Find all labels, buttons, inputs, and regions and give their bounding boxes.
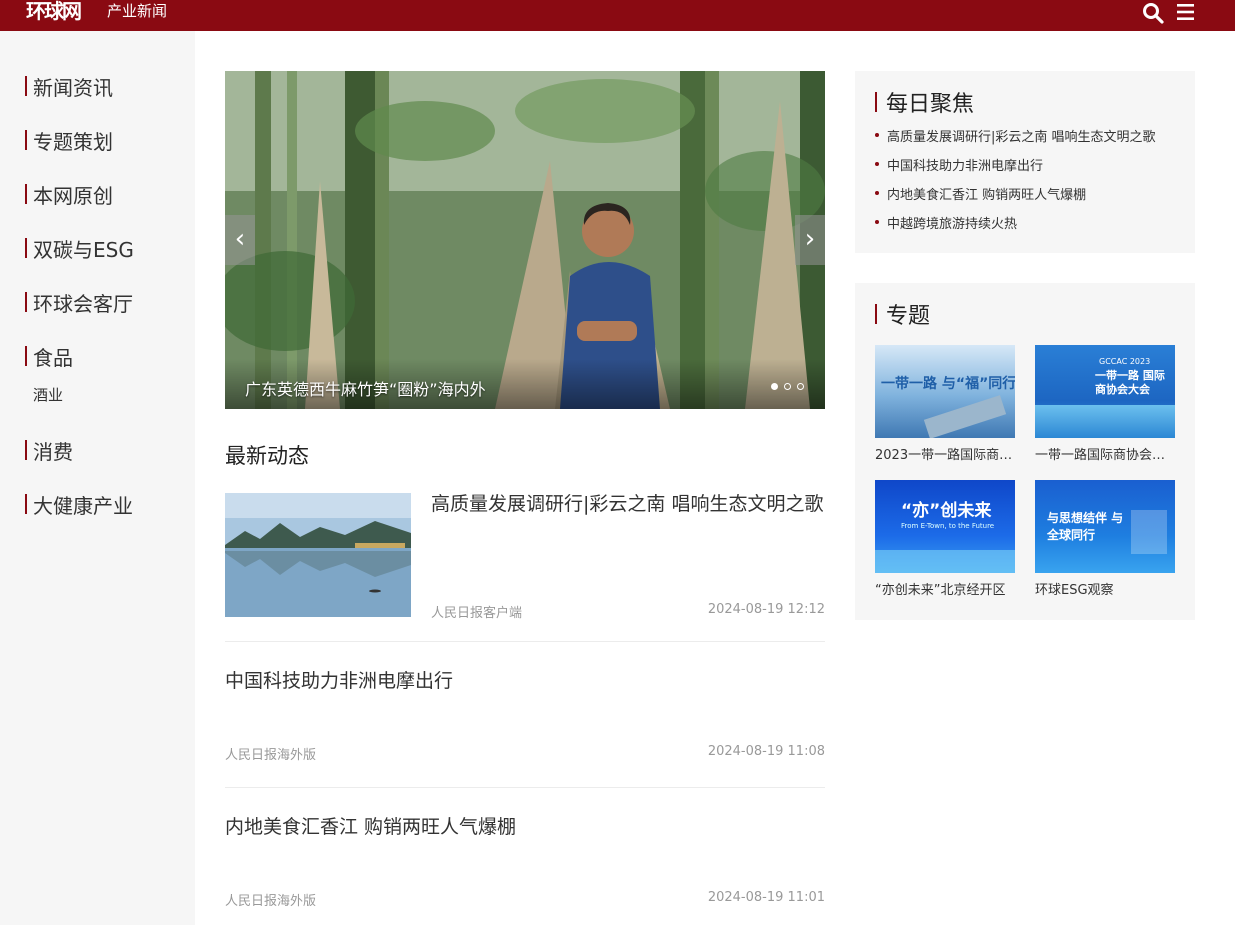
sidebar-item-news[interactable]: 新闻资讯 xyxy=(25,74,113,100)
accent-bar xyxy=(25,292,27,312)
topic-card[interactable]: 与思想结伴 与全球同行 环球ESG观察 xyxy=(1035,480,1175,598)
sidebar-item-label: 新闻资讯 xyxy=(33,75,113,100)
topic-card[interactable]: GCCAC 2023 一带一路 国际商协会大会 一带一路国际商协会大会 xyxy=(1035,345,1175,463)
carousel-prev-button[interactable]: ‹ xyxy=(225,215,255,265)
carousel-dots xyxy=(771,383,804,390)
topic-image-graphic xyxy=(1131,510,1167,554)
sidebar-item-label: 环球会客厅 xyxy=(33,291,133,316)
carousel-dot[interactable] xyxy=(797,383,804,390)
accent-bar xyxy=(25,184,27,204)
topic-image: “亦”创未来 From E-Town, to the Future xyxy=(875,480,1015,573)
sidebar-subitem-liquor[interactable]: 酒业 xyxy=(33,384,63,405)
topic-caption: “亦创未来”北京经开区 xyxy=(875,583,1006,598)
accent-bar xyxy=(25,130,27,150)
sidebar-item-original[interactable]: 本网原创 xyxy=(25,182,113,208)
focus-item[interactable]: 中国科技助力非洲电摩出行 xyxy=(875,154,1043,174)
sidebar-item-label: 消费 xyxy=(33,439,73,464)
chevron-left-icon: ‹ xyxy=(234,224,246,254)
news-title[interactable]: 高质量发展调研行|彩云之南 唱响生态文明之歌 xyxy=(431,489,825,519)
accent-bar xyxy=(25,76,27,96)
carousel-dot[interactable] xyxy=(771,383,778,390)
news-time: 2024-08-19 11:01 xyxy=(707,890,825,905)
sidebar-item-label: 专题策划 xyxy=(33,129,113,154)
sidebar xyxy=(0,31,195,925)
sidebar-item-consumption[interactable]: 消费 xyxy=(25,438,73,464)
site-logo[interactable]: 环球网 xyxy=(26,0,82,24)
focus-item-text: 中国科技助力非洲电摩出行 xyxy=(887,158,1044,174)
focus-item-text: 中越跨境旅游持续火热 xyxy=(887,216,1018,232)
news-source: 人民日报海外版 xyxy=(225,748,317,763)
focus-item[interactable]: 内地美食汇香江 购销两旺人气爆棚 xyxy=(875,183,1086,203)
accent-bar xyxy=(25,440,27,460)
topics-panel: 专题 一带一路 与“福”同行 2023一带一路国际商协会大会 GCCAC 202… xyxy=(855,283,1195,620)
sidebar-item-label: 大健康产业 xyxy=(33,493,133,518)
topic-image-graphic xyxy=(875,550,1015,573)
latest-news-heading: 最新动态 xyxy=(225,444,309,468)
news-time: 2024-08-19 12:12 xyxy=(707,602,825,617)
bullet-icon xyxy=(875,162,879,166)
focus-item-text: 高质量发展调研行|彩云之南 唱响生态文明之歌 xyxy=(887,129,1156,145)
focus-item[interactable]: 高质量发展调研行|彩云之南 唱响生态文明之歌 xyxy=(875,125,1156,145)
topic-caption: 一带一路国际商协会大会 xyxy=(1035,448,1175,463)
chevron-right-icon: › xyxy=(804,224,816,254)
carousel-next-button[interactable]: › xyxy=(795,215,825,265)
bullet-icon xyxy=(875,220,879,224)
accent-bar xyxy=(25,238,27,258)
news-source: 人民日报客户端 xyxy=(431,606,523,621)
sidebar-item-carbon-esg[interactable]: 双碳与ESG xyxy=(25,236,134,262)
topic-image-graphic xyxy=(923,395,1007,438)
accent-bar xyxy=(25,494,27,514)
topic-image-graphic xyxy=(1035,405,1175,438)
bullet-icon xyxy=(875,191,879,195)
hero-carousel[interactable]: ‹ › 广东英德西牛麻竹笋“圈粉”海内外 xyxy=(225,71,825,409)
carousel-dot[interactable] xyxy=(784,383,791,390)
news-source: 人民日报海外版 xyxy=(225,894,317,909)
topic-image-subtext: From E-Town, to the Future xyxy=(901,522,995,530)
sidebar-item-label: 双碳与ESG xyxy=(33,237,134,262)
carousel-caption[interactable]: 广东英德西牛麻竹笋“圈粉”海内外 xyxy=(245,376,486,400)
topic-card[interactable]: 一带一路 与“福”同行 2023一带一路国际商协会大会 xyxy=(875,345,1015,463)
topic-image: 一带一路 与“福”同行 xyxy=(875,345,1015,438)
search-icon[interactable] xyxy=(1142,2,1164,24)
accent-bar xyxy=(875,92,877,112)
news-time: 2024-08-19 11:08 xyxy=(707,744,825,759)
topic-image-text: 与思想结伴 与全球同行 xyxy=(1047,511,1124,542)
sidebar-item-food[interactable]: 食品 xyxy=(25,344,73,370)
topic-image: 与思想结伴 与全球同行 xyxy=(1035,480,1175,573)
menu-icon[interactable] xyxy=(1176,3,1196,21)
topic-image: GCCAC 2023 一带一路 国际商协会大会 xyxy=(1035,345,1175,438)
focus-item[interactable]: 中越跨境旅游持续火热 xyxy=(875,212,1017,232)
topic-image-text: 一带一路 国际商协会大会 xyxy=(1095,369,1165,396)
accent-bar xyxy=(875,304,877,324)
sidebar-item-special[interactable]: 专题策划 xyxy=(25,128,113,154)
news-thumbnail[interactable] xyxy=(225,493,411,617)
daily-focus-panel: 每日聚焦 高质量发展调研行|彩云之南 唱响生态文明之歌 中国科技助力非洲电摩出行… xyxy=(855,71,1195,253)
section-title[interactable]: 产业新闻 xyxy=(107,1,167,21)
daily-focus-title: 每日聚焦 xyxy=(875,89,975,117)
topic-image-text: 一带一路 与“福”同行 xyxy=(881,376,1015,392)
bullet-icon xyxy=(875,133,879,137)
divider xyxy=(225,787,825,788)
panel-title-label: 专题 xyxy=(886,304,931,329)
accent-bar xyxy=(25,346,27,366)
panel-title-label: 每日聚焦 xyxy=(886,92,975,117)
focus-item-text: 内地美食汇香江 购销两旺人气爆棚 xyxy=(887,187,1087,203)
topic-image-subtext: GCCAC 2023 xyxy=(1099,357,1151,366)
topic-caption: 环球ESG观察 xyxy=(1035,583,1114,598)
sidebar-item-label: 本网原创 xyxy=(33,183,113,208)
topic-caption: 2023一带一路国际商协会大会 xyxy=(875,448,1015,463)
topic-image-text: “亦”创未来 xyxy=(901,501,992,521)
divider xyxy=(225,641,825,642)
topics-title: 专题 xyxy=(875,301,931,329)
news-title[interactable]: 内地美食汇香江 购销两旺人气爆棚 xyxy=(225,812,825,842)
top-navigation-bar: 环球网 产业新闻 xyxy=(0,0,1235,31)
sidebar-item-health[interactable]: 大健康产业 xyxy=(25,492,133,518)
news-title[interactable]: 中国科技助力非洲电摩出行 xyxy=(225,666,825,696)
topic-card[interactable]: “亦”创未来 From E-Town, to the Future “亦创未来”… xyxy=(875,480,1015,598)
sidebar-item-lounge[interactable]: 环球会客厅 xyxy=(25,290,133,316)
sidebar-item-label: 食品 xyxy=(33,345,73,370)
